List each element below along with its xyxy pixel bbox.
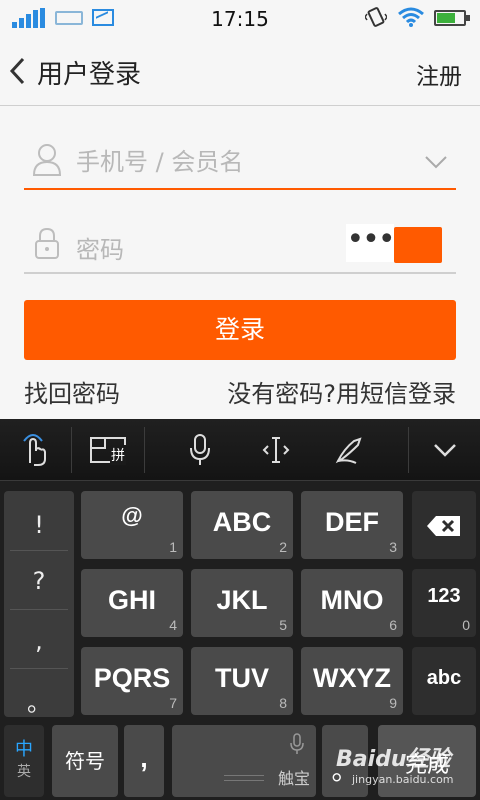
wifi-icon (398, 7, 424, 27)
chevron-down-icon[interactable] (424, 150, 448, 174)
key-exclamation[interactable]: ! (4, 511, 74, 539)
lock-icon (35, 227, 59, 259)
username-field[interactable]: 手机号 / 会员名 (24, 124, 456, 190)
punctuation-column: ! ? , 。 (4, 491, 74, 717)
microphone-icon[interactable] (170, 419, 230, 481)
key-8[interactable]: TUV 8 (191, 647, 293, 715)
space-key[interactable]: 触宝 (172, 725, 316, 797)
key-3[interactable]: DEF 3 (301, 491, 403, 559)
password-mask-icon: ••• (346, 224, 396, 262)
key-question[interactable]: ? (4, 567, 74, 595)
key-9[interactable]: WXYZ 9 (301, 647, 403, 715)
backspace-button[interactable] (412, 491, 476, 559)
pinyin-layout-icon[interactable]: 拼 (72, 419, 144, 481)
soft-keyboard: 拼 ! ? , 。 @ 1 ABC 2 DEF 3 GHI 4 JKL 5 MN… (0, 419, 480, 800)
key-1[interactable]: @ 1 (81, 491, 183, 559)
password-field[interactable]: 密码 ••• (24, 216, 456, 274)
backspace-icon (427, 516, 460, 536)
header-bar: 用户登录 注册 (0, 36, 480, 106)
abc-key[interactable]: abc (412, 647, 476, 715)
gesture-icon[interactable] (0, 419, 70, 481)
key-6[interactable]: MNO 6 (301, 569, 403, 637)
pinyin-label: 拼 (110, 445, 126, 465)
watermark-logo: Baidu经验 (336, 747, 451, 772)
key-period-side[interactable]: 。 (4, 683, 74, 718)
key-4[interactable]: GHI 4 (81, 569, 183, 637)
key-2[interactable]: ABC 2 (191, 491, 293, 559)
forgot-password-link[interactable]: 找回密码 (24, 374, 120, 409)
register-link[interactable]: 注册 (416, 57, 462, 91)
keyboard-toolbar: 拼 (0, 419, 480, 481)
comma-key[interactable]: , (124, 725, 164, 797)
watermark-url: jingyan.baidu.com (352, 773, 454, 786)
language-switch-key[interactable]: 中 英 (4, 725, 44, 797)
key-5[interactable]: JKL 5 (191, 569, 293, 637)
login-button[interactable]: 登录 (24, 300, 456, 360)
page-title: 用户登录 (37, 60, 142, 90)
password-placeholder: 密码 (76, 236, 124, 264)
back-arrow-icon[interactable] (6, 53, 32, 89)
microphone-small-icon (290, 733, 304, 754)
key-comma-side[interactable]: , (4, 627, 74, 655)
password-visibility-toggle[interactable] (394, 227, 442, 263)
user-icon (32, 144, 62, 176)
cursor-move-icon[interactable] (246, 419, 306, 481)
collapse-keyboard-icon[interactable] (409, 419, 480, 481)
sms-login-link[interactable]: 没有密码?用短信登录 (227, 374, 456, 409)
status-bar: 17:15 (0, 0, 480, 36)
username-placeholder: 手机号 / 会员名 (76, 148, 244, 176)
symbol-key[interactable]: 符号 (52, 725, 118, 797)
space-brand-label: 触宝 (277, 769, 310, 788)
handwriting-icon[interactable] (320, 419, 380, 481)
vibrate-icon (365, 7, 387, 27)
battery-icon (434, 10, 470, 26)
numbers-key[interactable]: 123 0 (412, 569, 476, 637)
key-7[interactable]: PQRS 7 (81, 647, 183, 715)
